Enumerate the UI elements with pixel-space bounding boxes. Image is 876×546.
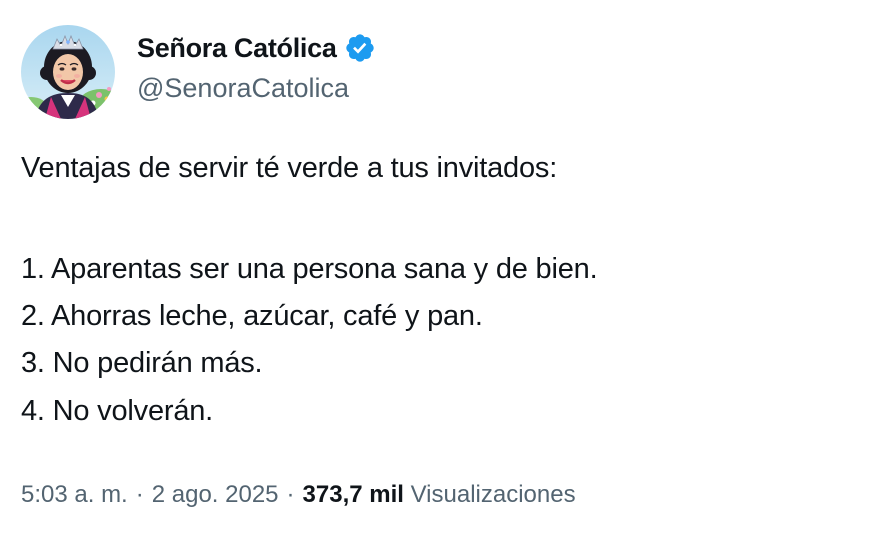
author-handle[interactable]: @SenoraCatolica [137, 73, 349, 104]
tweet-date[interactable]: 2 ago. 2025 [152, 481, 279, 508]
views-label[interactable]: Visualizaciones [411, 481, 576, 508]
avatar-illustration [21, 25, 115, 119]
tweet-intro: Ventajas de servir té verde a tus invita… [21, 152, 558, 184]
avatar[interactable] [21, 25, 115, 119]
views-count[interactable]: 373,7 mil [303, 481, 404, 508]
tweet-meta: 5:03 a. m. · 2 ago. 2025 · 373,7 mil Visuali… [21, 481, 576, 509]
tweet-list-item: 4. No volverán. [21, 395, 214, 427]
tweet-time[interactable]: 5:03 a. m. [21, 481, 128, 508]
tweet-list-item: 2. Ahorras leche, azúcar, café y pan. [21, 300, 483, 332]
tweet-card: Señora Católica @SenoraCatolica Ventajas… [0, 0, 876, 546]
tweet-list-item: 3. No pedirán más. [21, 347, 263, 379]
author-name-row: Señora Católica [137, 32, 376, 64]
verified-badge-icon[interactable] [344, 32, 376, 64]
tweet-list-item: 1. Aparentas ser una persona sana y de b… [21, 253, 598, 285]
meta-separator: · [135, 481, 144, 508]
meta-separator: · [286, 481, 295, 508]
author-display-name[interactable]: Señora Católica [137, 33, 337, 64]
